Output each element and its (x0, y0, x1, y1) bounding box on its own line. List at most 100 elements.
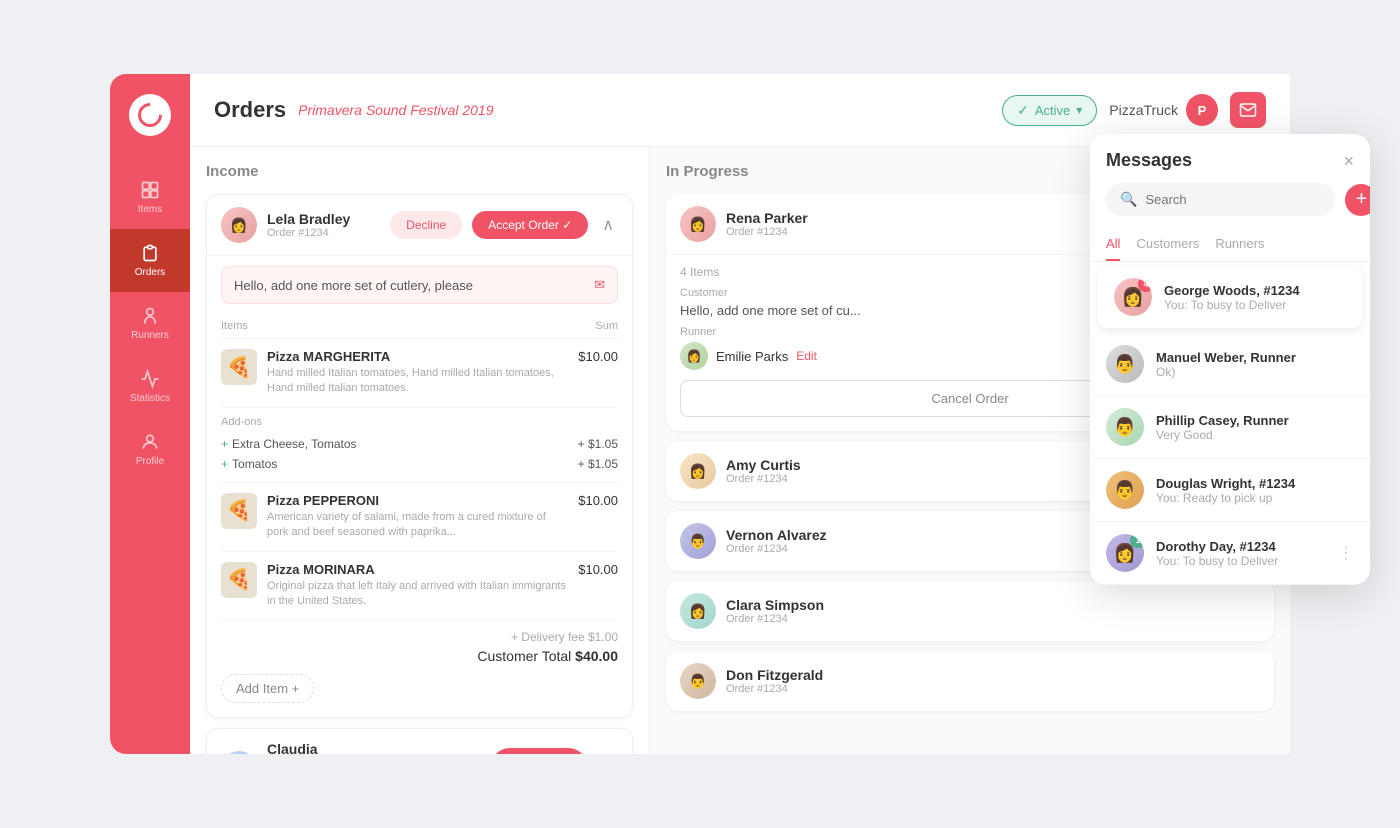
accept-button[interactable]: Accept Order ✓ (472, 211, 588, 239)
order-card: 👩 Lela Bradley Order #1234 Decline Accep… (206, 194, 633, 718)
search-icon: 🔍 (1120, 191, 1137, 208)
chevron-up-icon[interactable]: ∧ (598, 211, 618, 239)
sidebar-item-items[interactable]: Items (110, 166, 190, 229)
food-thumbnail: 🍕 (221, 562, 257, 598)
order-info: Lela Bradley Order #1234 (267, 211, 380, 239)
tab-all[interactable]: All (1106, 228, 1120, 261)
addon-item: +Tomatos + $1.05 (221, 454, 618, 474)
avatar: 👩 4 (1114, 278, 1152, 316)
order-footer: + Delivery fee $1.00 Customer Total $40.… (221, 620, 618, 664)
edit-link[interactable]: Edit (796, 349, 817, 363)
order-info: Don Fitzgerald Order #1234 (726, 667, 1260, 695)
customer-name: Claudia Duncan (267, 741, 318, 754)
item-price: $10.00 (578, 562, 618, 577)
pizzatruck-badge: PizzaTruck P (1109, 94, 1218, 126)
runner-name: Emilie Parks (716, 349, 788, 364)
sidebar-orders-label: Orders (135, 267, 166, 278)
order-number: Order #1234 (726, 226, 1082, 238)
message-content: Dorothy Day, #1234 You: To busy to Deliv… (1156, 539, 1326, 568)
order-expanded: Hello, add one more set of cutlery, plea… (207, 255, 632, 717)
order-number: Order #1234 (726, 613, 1260, 625)
search-row: 🔍 + (1106, 183, 1354, 216)
customer-name: Clara Simpson (726, 597, 1260, 613)
options-icon[interactable]: ⋮ (1338, 543, 1354, 563)
table-header: Items Sum (221, 314, 618, 339)
avatar: 👨 (1106, 408, 1144, 446)
avatar: 👨 (1106, 345, 1144, 383)
sidebar-items-label: Items (138, 204, 162, 215)
message-preview: Very Good (1156, 428, 1354, 442)
item-price: $10.00 (578, 349, 618, 364)
messages-tabs: All Customers Runners (1090, 228, 1370, 262)
page-subtitle: Primavera Sound Festival 2019 (298, 102, 493, 118)
inprogress-header: 👨 Don Fitzgerald Order #1234 (666, 651, 1274, 711)
message-preview: You: Ready to pick up (1156, 491, 1354, 505)
search-bar: 🔍 (1106, 183, 1335, 216)
app-logo[interactable] (129, 94, 171, 136)
tab-customers[interactable]: Customers (1136, 228, 1199, 261)
messages-header: Messages × (1090, 134, 1370, 171)
food-icon: 🍕 (227, 498, 252, 523)
customer-name: Don Fitzgerald (726, 667, 1260, 683)
avatar: 👩 (680, 342, 708, 370)
message-item[interactable]: 👩 4 George Woods, #1234 You: To busy to … (1098, 266, 1362, 329)
food-icon: 🍕 (227, 355, 252, 380)
item-info: Pizza MORINARA Original pizza that left … (267, 562, 568, 610)
sidebar-item-runners[interactable]: Runners (110, 292, 190, 355)
avatar: 👩 (680, 593, 716, 629)
sidebar-item-orders[interactable]: Orders (110, 229, 190, 292)
addon-price: + $1.05 (578, 457, 618, 471)
order-info: Claudia Duncan Order #1234 (267, 741, 318, 754)
order-item: 🍕 Pizza MARGHERITA Hand milled Italian t… (221, 339, 618, 408)
income-panel: Income 👩 Lela Bradley Order #1234 Declin… (190, 147, 650, 754)
mail-icon: ✉ (594, 277, 605, 293)
addon-price: + $1.05 (578, 437, 618, 451)
message-item[interactable]: 👩 1 Dorothy Day, #1234 You: To busy to D… (1090, 522, 1370, 585)
message-bar: Hello, add one more set of cutlery, plea… (221, 266, 618, 304)
add-item-button[interactable]: Add Item + (221, 674, 314, 703)
message-preview: Ok) (1156, 365, 1354, 379)
delivery-fee: + Delivery fee $1.00 (221, 630, 618, 644)
order-header: 👩 Claudia Duncan Order #1234 Self Pickup… (207, 729, 632, 754)
sidebar-runners-label: Runners (131, 330, 169, 341)
decline-button[interactable]: Decline (390, 211, 462, 239)
item-info: Pizza PEPPERONI American variety of sala… (267, 493, 568, 541)
sidebar-item-statistics[interactable]: Statistics (110, 355, 190, 418)
message-list: 👩 4 George Woods, #1234 You: To busy to … (1090, 262, 1370, 585)
contact-name: Douglas Wright, #1234 (1156, 476, 1354, 491)
addons-label: Add-ons (221, 416, 618, 428)
message-item[interactable]: 👨 Manuel Weber, Runner Ok) (1090, 333, 1370, 396)
avatar: 👩 1 (1106, 534, 1144, 572)
customer-name: Rena Parker (726, 210, 1082, 226)
avatar: 👩 (680, 453, 716, 489)
item-name: Pizza MORINARA (267, 562, 568, 577)
sidebar-item-profile[interactable]: Profile (110, 418, 190, 481)
avatar: 👨 (680, 663, 716, 699)
messages-button[interactable] (1230, 92, 1266, 128)
sidebar-profile-label: Profile (136, 456, 164, 467)
contact-name: Phillip Casey, Runner (1156, 413, 1354, 428)
search-input[interactable] (1145, 192, 1321, 207)
close-button[interactable]: × (1343, 152, 1354, 170)
plus-icon: + (221, 437, 228, 451)
income-title: Income (206, 163, 633, 180)
order-number: Order #1234 (726, 683, 1260, 695)
message-item[interactable]: 👨 Phillip Casey, Runner Very Good (1090, 396, 1370, 459)
unread-badge: 1 (1130, 534, 1144, 548)
item-desc: Hand milled Italian tomatoes, Hand mille… (267, 366, 568, 397)
food-icon: 🍕 (227, 567, 252, 592)
contact-name: Manuel Weber, Runner (1156, 350, 1354, 365)
item-price: $10.00 (578, 493, 618, 508)
page-title: Orders (214, 97, 286, 123)
order-number: Order #1234 (267, 227, 380, 239)
avatar: 👩 (680, 206, 716, 242)
message-content: Douglas Wright, #1234 You: Ready to pick… (1156, 476, 1354, 505)
add-message-button[interactable]: + (1345, 184, 1370, 216)
message-item[interactable]: 👨 Douglas Wright, #1234 You: Ready to pi… (1090, 459, 1370, 522)
accept-button[interactable]: Accept Order ✓ (490, 748, 588, 754)
avatar: P (1186, 94, 1218, 126)
status-badge[interactable]: ✓ Active ▾ (1002, 95, 1097, 126)
tab-runners[interactable]: Runners (1215, 228, 1264, 261)
message-preview: You: To busy to Deliver (1164, 298, 1346, 312)
item-name: Pizza MARGHERITA (267, 349, 568, 364)
